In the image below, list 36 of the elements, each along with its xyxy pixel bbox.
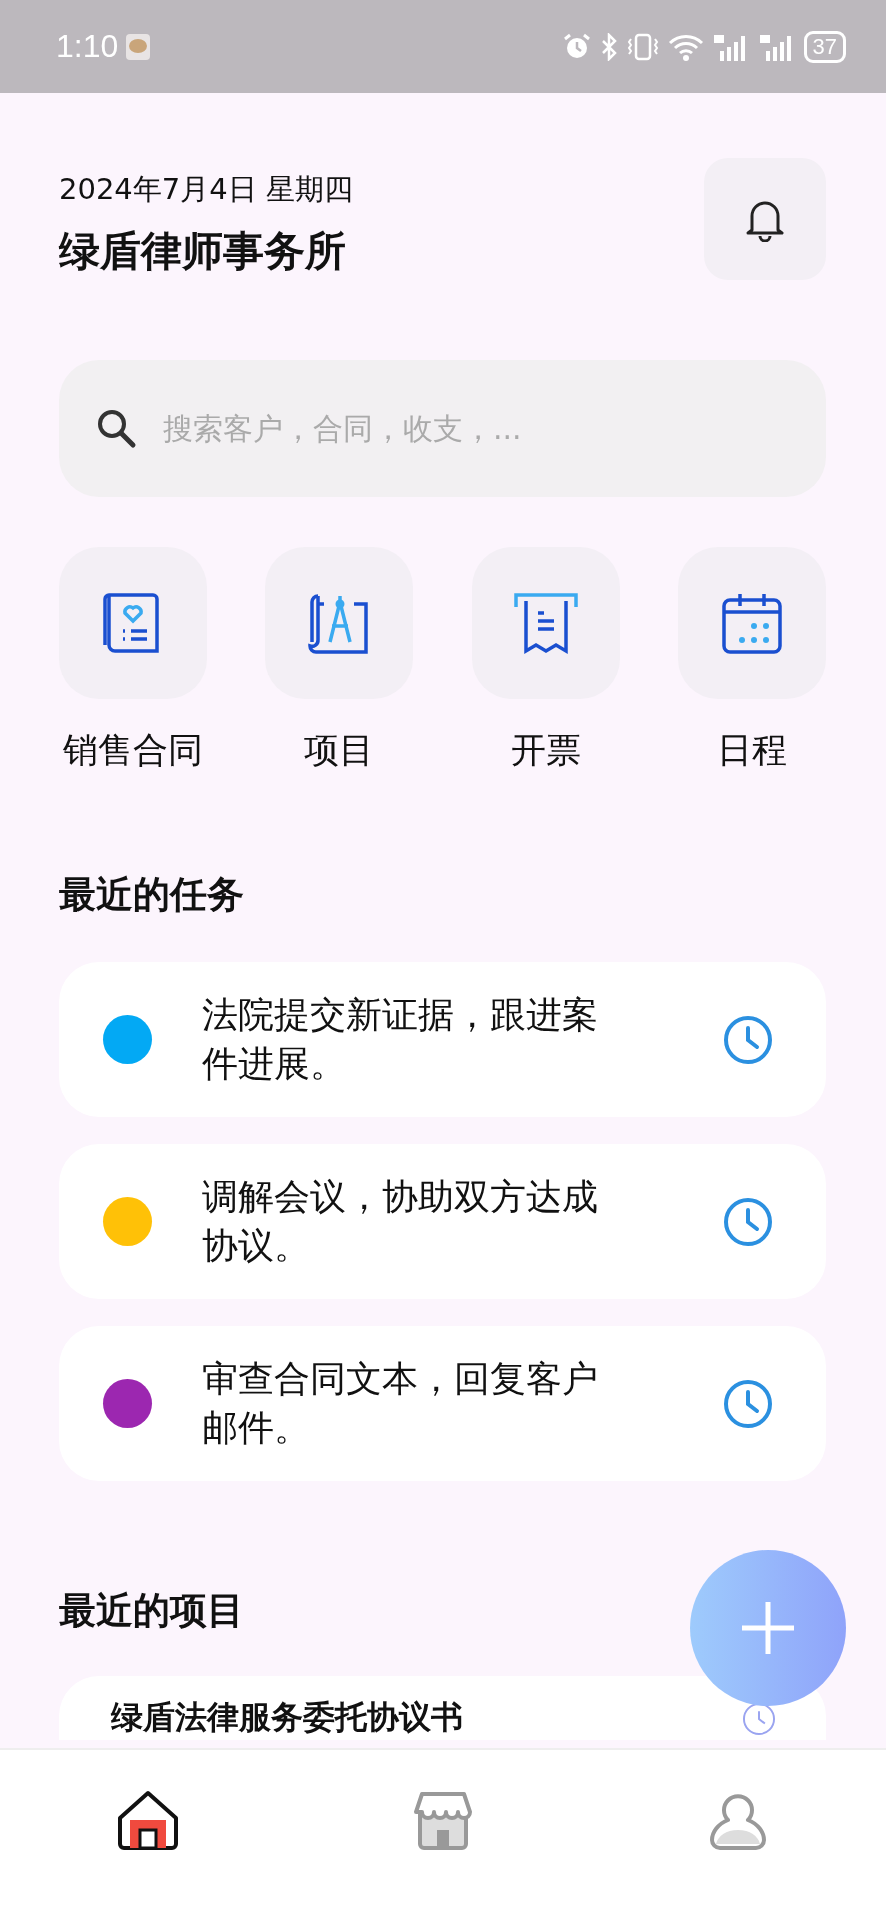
store-icon[interactable] bbox=[412, 1790, 474, 1850]
shortcut-label[interactable]: 销售合同 bbox=[63, 727, 203, 774]
task-card[interactable]: 调解会议，协助双方达成协议。 bbox=[59, 1144, 826, 1299]
vibrate-icon bbox=[625, 32, 660, 61]
clock-icon[interactable] bbox=[722, 1377, 774, 1430]
status-time: 1:10 bbox=[56, 28, 119, 65]
message-icon bbox=[126, 33, 151, 60]
bluetooth-icon bbox=[599, 32, 618, 61]
firm-title: 绿盾律师事务所 bbox=[59, 226, 347, 277]
clock-icon[interactable] bbox=[722, 1013, 774, 1066]
plus-icon bbox=[740, 1600, 796, 1656]
task-text: 法院提交新证据，跟进案件进展。 bbox=[202, 992, 599, 1086]
task-card[interactable]: 审查合同文本，回复客户邮件。 bbox=[59, 1326, 826, 1481]
section-title: 最近的项目 bbox=[59, 1588, 244, 1634]
date-text: 2024年7月4日 星期四 bbox=[59, 171, 354, 208]
task-card[interactable]: 法院提交新证据，跟进案件进展。 bbox=[59, 962, 826, 1117]
shortcut-label[interactable]: 项目 bbox=[304, 727, 375, 774]
project-card[interactable]: 绿盾法律服务委托协议书 bbox=[59, 1676, 826, 1740]
shortcut-label[interactable]: 日程 bbox=[717, 727, 787, 774]
home-icon[interactable] bbox=[115, 1790, 180, 1850]
wifi-icon bbox=[667, 32, 704, 61]
project-title: 绿盾法律服务委托协议书 bbox=[111, 1698, 463, 1736]
task-text: 审查合同文本，回复客户邮件。 bbox=[202, 1356, 599, 1450]
shortcut-label[interactable]: 开票 bbox=[510, 727, 581, 774]
receipt-icon bbox=[511, 591, 580, 655]
shortcut-tile[interactable] bbox=[59, 547, 207, 699]
shortcut-tile[interactable] bbox=[471, 547, 620, 699]
battery-level: 37 bbox=[803, 30, 846, 63]
clock-icon[interactable] bbox=[722, 1195, 774, 1248]
shortcut-tile[interactable] bbox=[678, 547, 826, 699]
task-text: 调解会议，协助双方达成协议。 bbox=[202, 1174, 599, 1268]
clock-icon[interactable] bbox=[742, 1702, 776, 1736]
search-field[interactable]: 搜索客户，合同，收支，... bbox=[59, 360, 826, 497]
section-title: 最近的任务 bbox=[59, 872, 244, 918]
shortcut-tile[interactable] bbox=[265, 547, 414, 699]
notification-button[interactable] bbox=[704, 158, 826, 280]
